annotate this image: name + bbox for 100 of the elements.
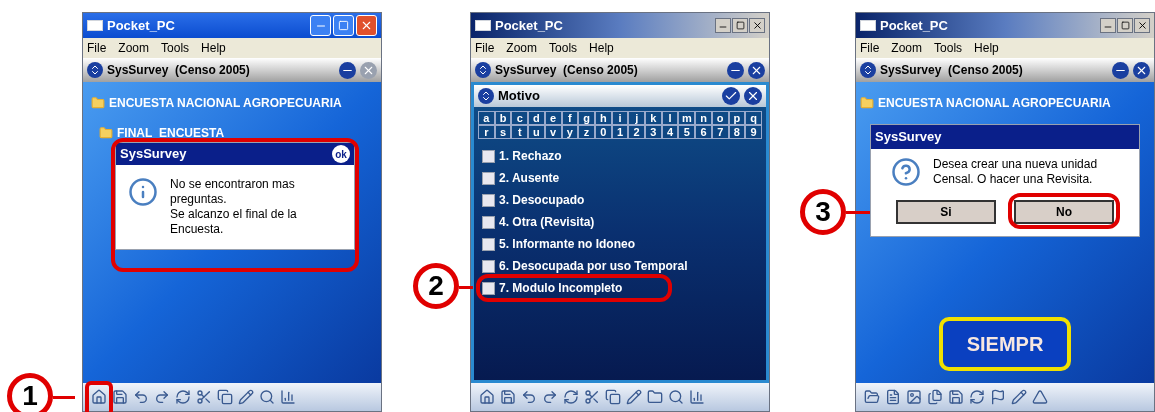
undo-icon[interactable]	[521, 389, 537, 405]
search-icon[interactable]	[259, 389, 275, 405]
close-icon[interactable]	[748, 61, 765, 79]
minimize-button[interactable]	[1100, 18, 1116, 33]
document-icon[interactable]	[885, 389, 901, 405]
keyboard-key[interactable]: n	[695, 111, 712, 125]
minimize-icon[interactable]	[727, 61, 744, 79]
chart-icon[interactable]	[280, 389, 296, 405]
files-icon[interactable]	[927, 389, 943, 405]
home-icon[interactable]	[91, 389, 107, 405]
keyboard-key[interactable]: 2	[628, 125, 646, 139]
chart-icon[interactable]	[689, 389, 705, 405]
keyboard-key[interactable]: t	[511, 125, 529, 139]
keyboard-key[interactable]: b	[494, 111, 512, 125]
keyboard-key[interactable]: a	[478, 111, 495, 125]
folder-icon[interactable]	[864, 389, 880, 405]
keyboard-key[interactable]: c	[511, 111, 529, 125]
keyboard-key[interactable]: 0	[594, 125, 612, 139]
checkbox[interactable]	[482, 215, 495, 229]
menu-item[interactable]: Tools	[549, 39, 578, 57]
option-label[interactable]: 4. Otra (Revisita)	[499, 213, 595, 231]
minimize-button[interactable]	[715, 18, 731, 33]
keyboard-key[interactable]: f	[561, 111, 579, 125]
collapse-icon[interactable]	[87, 62, 103, 78]
confirm-icon[interactable]	[722, 87, 740, 105]
scissors-icon[interactable]	[196, 389, 212, 405]
undo-icon[interactable]	[133, 389, 149, 405]
redo-icon[interactable]	[154, 389, 170, 405]
triangle-icon[interactable]	[1032, 389, 1048, 405]
keyboard-key[interactable]: 3	[645, 125, 662, 139]
tree-item[interactable]: FINAL_ENCUESTA	[117, 124, 225, 142]
keyboard-key[interactable]: m	[678, 111, 696, 125]
keyboard-key[interactable]: 7	[711, 125, 729, 139]
keyboard-key[interactable]: h	[594, 111, 612, 125]
collapse-icon[interactable]	[860, 62, 876, 78]
checkbox[interactable]	[482, 193, 495, 207]
save-icon[interactable]	[112, 389, 128, 405]
collapse-icon[interactable]	[475, 62, 491, 78]
keyboard-key[interactable]: q	[745, 111, 762, 125]
flag-icon[interactable]	[990, 389, 1006, 405]
tree-item[interactable]: ENCUESTA NACIONAL AGROPECUARIA	[878, 94, 1111, 112]
keyboard-key[interactable]: o	[711, 111, 729, 125]
menu-item[interactable]: File	[475, 39, 495, 57]
maximize-button[interactable]	[732, 18, 748, 33]
scissors-icon[interactable]	[584, 389, 600, 405]
keyboard-key[interactable]: y	[561, 125, 579, 139]
checkbox[interactable]	[482, 171, 495, 185]
option-label[interactable]: 2. Ausente	[499, 169, 560, 187]
keyboard-key[interactable]: 9	[745, 125, 762, 139]
keyboard-key[interactable]: d	[528, 111, 545, 125]
refresh-icon[interactable]	[175, 389, 191, 405]
menu-item[interactable]: Tools	[934, 39, 963, 57]
menu-item[interactable]: File	[87, 39, 107, 57]
checkbox[interactable]	[482, 281, 495, 295]
ok-button[interactable]: ok	[332, 145, 350, 163]
keyboard-key[interactable]: i	[611, 111, 629, 125]
menu-item[interactable]: Help	[589, 39, 614, 57]
option-label[interactable]: 3. Desocupado	[499, 191, 585, 209]
copy-icon[interactable]	[217, 389, 233, 405]
search-icon[interactable]	[668, 389, 684, 405]
keyboard-key[interactable]: 1	[611, 125, 629, 139]
option-label[interactable]: 6. Desocupada por uso Temporal	[499, 257, 688, 275]
menu-item[interactable]: Zoom	[506, 39, 538, 57]
menu-item[interactable]: Help	[201, 39, 226, 57]
dialog-button[interactable]: No	[1014, 200, 1114, 224]
keyboard-key[interactable]: u	[528, 125, 545, 139]
save-icon[interactable]	[948, 389, 964, 405]
pencil-icon[interactable]	[1011, 389, 1027, 405]
keyboard-key[interactable]: g	[578, 111, 595, 125]
folder-icon[interactable]	[647, 389, 663, 405]
close-button[interactable]	[749, 18, 765, 33]
collapse-icon[interactable]	[478, 88, 494, 104]
menu-item[interactable]: Help	[974, 39, 999, 57]
keyboard-key[interactable]: p	[728, 111, 746, 125]
refresh-icon[interactable]	[563, 389, 579, 405]
home-icon[interactable]	[479, 389, 495, 405]
keyboard-key[interactable]: r	[478, 125, 495, 139]
close-icon[interactable]	[744, 87, 762, 105]
menu-item[interactable]: Zoom	[118, 39, 150, 57]
keyboard-key[interactable]: 8	[728, 125, 746, 139]
keyboard-key[interactable]: e	[544, 111, 562, 125]
pencil-icon[interactable]	[238, 389, 254, 405]
checkbox[interactable]	[482, 237, 495, 251]
checkbox[interactable]	[482, 149, 495, 163]
minimize-icon[interactable]	[1112, 61, 1129, 79]
save-icon[interactable]	[500, 389, 516, 405]
keyboard-key[interactable]: v	[544, 125, 562, 139]
minimize-icon[interactable]	[339, 61, 356, 79]
menu-item[interactable]: Zoom	[891, 39, 923, 57]
keyboard-key[interactable]: k	[645, 111, 662, 125]
keyboard-key[interactable]: 4	[661, 125, 679, 139]
keyboard-key[interactable]: 6	[695, 125, 712, 139]
dialog-button[interactable]: Si	[896, 200, 996, 224]
refresh-icon[interactable]	[969, 389, 985, 405]
keyboard-key[interactable]: j	[628, 111, 646, 125]
picture-icon[interactable]	[906, 389, 922, 405]
close-button[interactable]	[1134, 18, 1150, 33]
menu-item[interactable]: File	[860, 39, 880, 57]
copy-icon[interactable]	[605, 389, 621, 405]
tree-item[interactable]: ENCUESTA NACIONAL AGROPECUARIA	[109, 94, 342, 112]
